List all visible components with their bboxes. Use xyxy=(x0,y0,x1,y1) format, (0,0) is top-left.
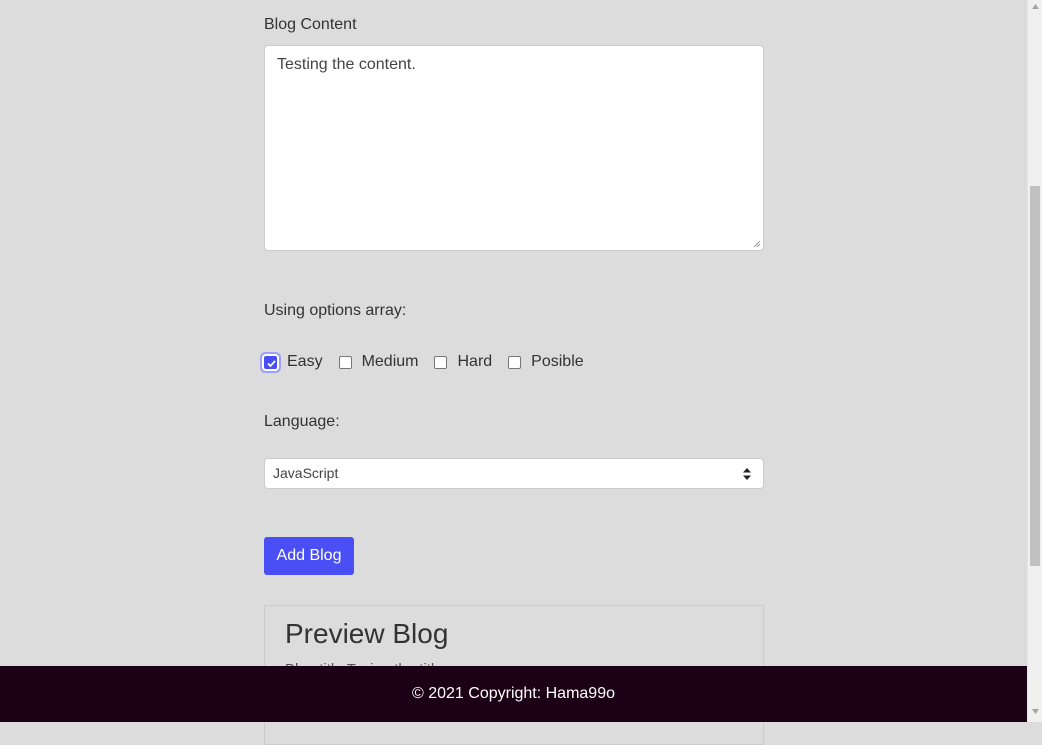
checkbox-label: Hard xyxy=(457,353,493,370)
footer: © 2021 Copyright: Hama99o xyxy=(0,666,1027,722)
page: Blog Content Testing the content. Using … xyxy=(0,0,1027,745)
checkbox-label: Easy xyxy=(287,353,323,370)
scrollbar-thumb[interactable] xyxy=(1030,186,1040,566)
checkbox-checked-icon[interactable] xyxy=(264,355,277,369)
add-blog-button[interactable]: Add Blog xyxy=(264,537,354,575)
difficulty-checkboxes: Easy Medium Hard Posible xyxy=(264,352,600,372)
preview-title: Preview Blog xyxy=(285,618,449,649)
language-label: Language: xyxy=(264,413,340,430)
resize-grip-icon[interactable] xyxy=(753,240,761,248)
checkbox-label: Posible xyxy=(531,353,584,370)
vertical-scrollbar[interactable] xyxy=(1027,0,1042,722)
blog-content-value: Testing the content. xyxy=(277,56,416,73)
blog-content-textarea[interactable]: Testing the content. xyxy=(264,45,764,251)
checkbox-icon[interactable] xyxy=(434,355,448,369)
language-selected-value: JavaScript xyxy=(273,465,339,481)
checkbox-icon[interactable] xyxy=(338,355,352,369)
checkbox-icon[interactable] xyxy=(508,355,522,369)
checkbox-label: Medium xyxy=(361,353,419,370)
checkbox-option-posible[interactable]: Posible xyxy=(508,353,584,371)
checkbox-option-medium[interactable]: Medium xyxy=(338,353,419,371)
checkbox-option-hard[interactable]: Hard xyxy=(434,353,492,371)
select-arrows-icon xyxy=(743,468,751,480)
checkbox-option-easy[interactable]: Easy xyxy=(264,353,323,371)
scroll-up-arrow-icon[interactable] xyxy=(1032,4,1039,9)
options-label: Using options array: xyxy=(264,302,407,319)
copyright-text: © 2021 Copyright: Hama99o xyxy=(411,685,615,702)
language-select[interactable]: JavaScript xyxy=(264,458,764,489)
scroll-down-arrow-icon[interactable] xyxy=(1032,709,1039,714)
blog-content-label: Blog Content xyxy=(264,16,357,33)
